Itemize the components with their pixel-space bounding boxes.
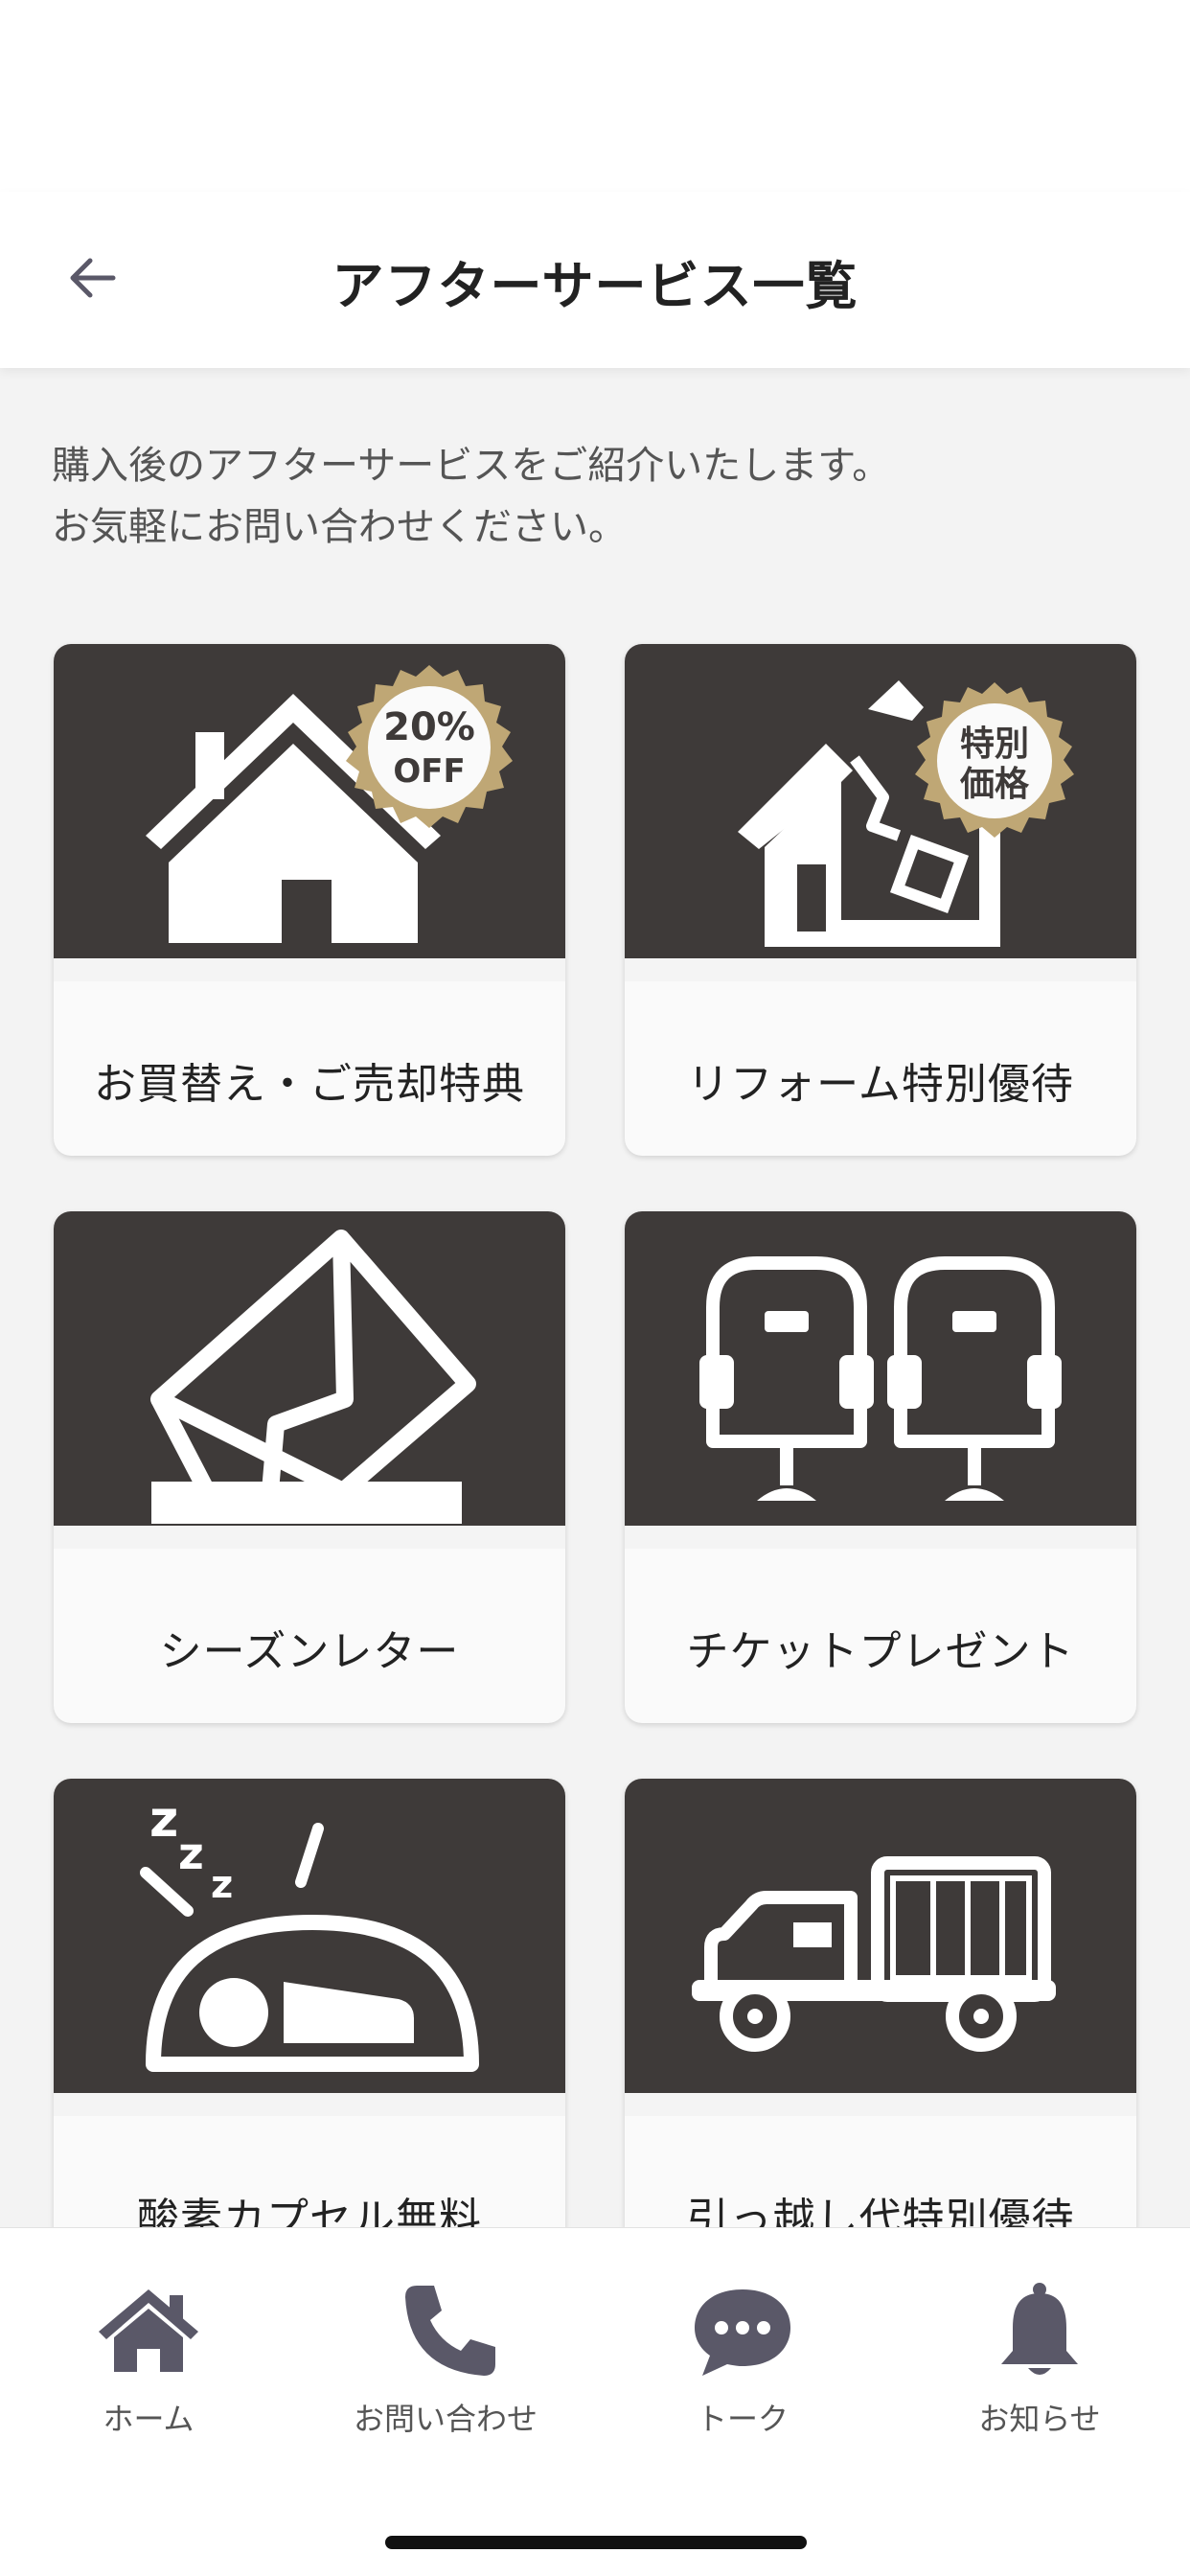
phone-icon — [405, 2286, 495, 2376]
service-card-label: チケットプレゼント — [686, 1627, 1075, 1676]
service-card-image: z z z — [54, 1779, 565, 2116]
page-title: アフターサービス一覧 — [332, 256, 858, 316]
badge-text-line2: OFF — [393, 752, 465, 791]
service-card-image — [625, 1211, 1136, 1549]
service-card-label: シーズンレター — [159, 1627, 460, 1676]
intro-line-1: 購入後のアフターサービスをご紹介いたします。 — [52, 444, 891, 488]
service-card-moving[interactable]: 引っ越し代特別優待 — [625, 1779, 1136, 2290]
service-card-image — [54, 1211, 565, 1549]
svg-text:z: z — [178, 1828, 204, 1879]
service-card-ticket[interactable]: チケットプレゼント — [625, 1211, 1136, 1723]
theater-seats-icon — [699, 1256, 1062, 1501]
badge-text-line2: 価格 — [959, 765, 1030, 804]
discount-badge-icon: 20% OFF — [346, 665, 513, 828]
special-price-badge-icon: 特別 価格 — [915, 682, 1074, 838]
oxygen-capsule-icon: z z z — [140, 1791, 479, 2072]
bottom-tab-bar: ホーム お問い合わせ トーク お知らせ — [0, 2227, 1190, 2576]
service-card-image: 20% OFF — [54, 644, 565, 981]
home-icon — [99, 2289, 198, 2372]
tab-talk[interactable]: トーク — [594, 2278, 891, 2479]
bell-icon — [1001, 2283, 1078, 2375]
service-card-reform[interactable]: 特別 価格 リフォーム特別優待 — [625, 644, 1136, 1156]
status-bar-area — [0, 0, 1190, 192]
service-card-oxygen-capsule[interactable]: z z z 酸素カプセル無料 — [54, 1779, 565, 2290]
tab-home-label: ホーム — [103, 2401, 195, 2437]
app-header: アフターサービス一覧 — [0, 192, 1190, 368]
svg-text:z: z — [149, 1791, 178, 1849]
service-card-label: リフォーム特別優待 — [687, 1060, 1074, 1109]
tab-talk-label: トーク — [696, 2401, 789, 2437]
badge-text-line1: 特別 — [960, 724, 1029, 764]
tab-news[interactable]: お知らせ — [891, 2278, 1188, 2479]
intro-text: 購入後のアフターサービスをご紹介いたします。 お気軽にお問い合わせください。 — [52, 435, 1134, 558]
service-card-label: お買替え・ご売却特典 — [94, 1060, 525, 1109]
moving-truck-icon — [692, 1856, 1056, 2052]
service-card-season-letter[interactable]: シーズンレター — [54, 1211, 565, 1723]
svg-text:z: z — [211, 1863, 233, 1907]
home-indicator — [385, 2536, 807, 2549]
intro-line-2: お気軽にお問い合わせください。 — [52, 505, 627, 549]
service-card-trade-in[interactable]: 20% OFF お買替え・ご売却特典 — [54, 644, 565, 1156]
service-card-image: 特別 価格 — [625, 644, 1136, 981]
tab-contact-label: お問い合わせ — [353, 2401, 538, 2437]
service-card-image — [625, 1779, 1136, 2116]
service-grid: 20% OFF お買替え・ご売却特典 特別 価格 リフォーム特別優待 シーズンレ… — [54, 644, 1136, 2290]
tab-home[interactable]: ホーム — [0, 2278, 297, 2479]
tab-contact[interactable]: お問い合わせ — [297, 2278, 594, 2479]
envelope-icon — [150, 1230, 476, 1524]
tab-news-label: お知らせ — [978, 2401, 1101, 2437]
badge-text-line1: 20% — [383, 705, 475, 749]
chat-bubble-icon — [695, 2289, 790, 2376]
